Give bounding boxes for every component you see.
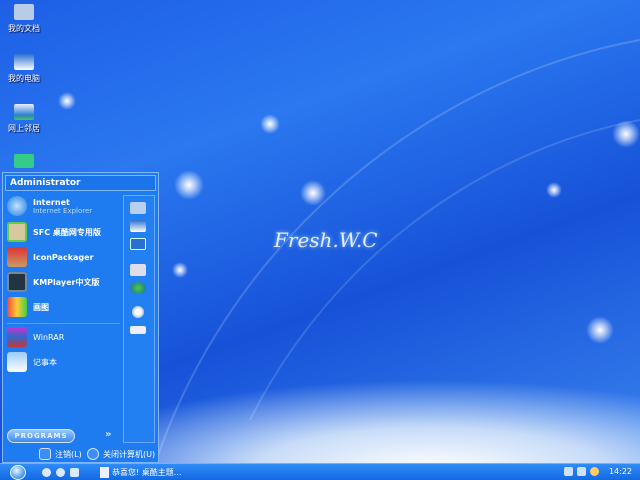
back-arrow-icon[interactable] [563,467,573,476]
my-documents-icon[interactable] [130,202,146,214]
menu-item-iconpackager[interactable]: IconPackager [7,246,94,268]
notepad-icon [7,352,27,372]
start-button[interactable] [10,465,26,480]
menu-item-paint[interactable]: 画图 [7,296,49,318]
media-quicklaunch-icon[interactable] [70,468,79,477]
wallpaper-sparkle [172,262,188,278]
desktop-icon-my-computer[interactable]: 我的电脑 [2,54,46,84]
internet-globe-icon[interactable] [130,282,146,294]
power-icon [87,448,99,460]
winrar-icon [7,327,27,347]
desktop-icon-my-documents[interactable]: 我的文档 [2,4,46,34]
document-icon [100,467,109,478]
menu-item-kmplayer[interactable]: KMPlayer中文版 [7,271,100,293]
network-tray-icon[interactable] [576,467,586,476]
sfc-icon [7,222,27,242]
wallpaper-sparkle [612,120,640,148]
volume-icon[interactable] [589,467,599,476]
run-icon[interactable] [130,326,146,334]
menu-item-notepad[interactable]: 记事本 [7,351,57,373]
network-icon [14,104,34,120]
ie-icon [7,196,27,216]
wallpaper-sparkle [260,114,280,134]
menu-separator [7,323,120,324]
taskbar-task[interactable]: 恭喜您! 桌酷主题... [100,466,181,479]
desktop-icon-recycle[interactable] [2,154,46,171]
wallpaper-sparkle [546,182,562,198]
iconpackager-icon [7,247,27,267]
wallpaper-swirl [149,39,640,480]
folder-icon [14,4,34,20]
logoff-icon [39,448,51,460]
computer-icon [14,54,34,70]
wallpaper-sparkle [174,170,204,200]
recycle-icon [14,154,34,168]
wallpaper-sparkle [300,180,326,206]
show-desktop-icon[interactable] [42,468,51,477]
my-computer-icon[interactable] [130,220,146,232]
shutdown-button[interactable]: 关闭计算机(U) [87,446,155,462]
all-programs-button[interactable]: PROGRAMS [7,429,75,443]
expand-arrows-icon[interactable]: » [105,429,111,440]
menu-item-winrar[interactable]: WinRAR [7,326,64,348]
places-column [123,195,155,443]
search-icon[interactable] [130,306,146,318]
desktop-icon-network[interactable]: 网上邻居 [2,104,46,134]
logoff-button[interactable]: 注销(L) [39,446,82,462]
control-panel-icon[interactable] [130,264,146,276]
system-tray: 14:22 [563,467,632,476]
wallpaper-sparkle [58,92,76,110]
menu-item-internet[interactable]: Internet Internet Explorer [7,195,92,217]
wallpaper-sparkle [586,316,614,344]
taskbar: 恭喜您! 桌酷主题... 14:22 [0,463,640,480]
ie-quicklaunch-icon[interactable] [56,468,65,477]
paint-icon [7,297,27,317]
network-icon[interactable] [130,238,146,250]
start-menu: Administrator Internet Internet Explorer … [2,172,159,463]
kmplayer-icon [7,272,27,292]
program-list: Internet Internet Explorer SFC 桌酷网专用版 Ico… [5,195,122,445]
clock: 14:22 [608,467,632,476]
user-name: Administrator [5,175,156,191]
menu-item-sfc[interactable]: SFC 桌酷网专用版 [7,221,101,243]
wallpaper-logo: Fresh.W.C [274,228,378,252]
wallpaper-swirl [249,119,640,421]
